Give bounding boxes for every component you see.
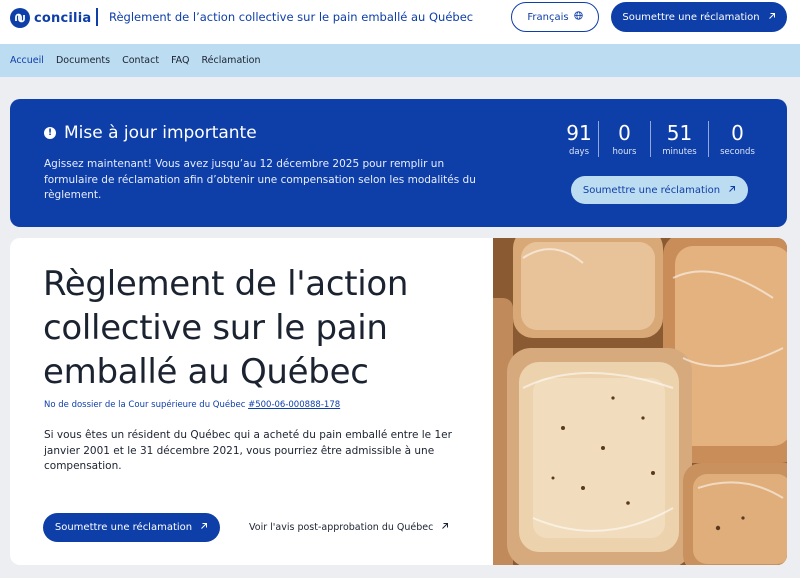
nav-item-faq[interactable]: FAQ	[171, 55, 189, 66]
update-banner: ! Mise à jour importante Agissez mainten…	[10, 99, 787, 227]
countdown-minutes-value: 51	[666, 121, 693, 145]
countdown-minutes: 51 minutes	[650, 121, 708, 157]
countdown: 91 days 0 hours 51 minutes 0 seconds	[560, 121, 766, 157]
language-button[interactable]: Français	[511, 2, 599, 32]
site-title: Règlement de l’action collective sur le …	[109, 10, 474, 24]
nav-item-contact[interactable]: Contact	[122, 55, 159, 66]
main-nav: Accueil Documents Contact FAQ Réclamatio…	[0, 44, 800, 77]
hero-section: Règlement de l'action collective sur le …	[10, 238, 787, 565]
logo[interactable]: concilia	[10, 7, 91, 29]
post-approval-notice-link[interactable]: Voir l'avis post-approbation du Québec	[249, 522, 449, 533]
arrow-up-right-icon	[200, 522, 208, 533]
logo-text: concilia	[34, 10, 92, 26]
header-cta-label: Soumettre une réclamation	[622, 11, 760, 23]
language-label: Français	[527, 11, 569, 23]
countdown-hours: 0 hours	[598, 121, 650, 157]
bread-photo	[493, 238, 787, 565]
docket-number-line: No de dossier de la Cour supérieure du Q…	[44, 400, 340, 410]
hero-description: Si vous êtes un résident du Québec qui a…	[44, 429, 452, 472]
header-submit-claim-button[interactable]: Soumettre une réclamation	[611, 2, 787, 32]
countdown-days: 91 days	[560, 121, 598, 157]
countdown-seconds: 0 seconds	[708, 121, 766, 157]
hero-title: Règlement de l'action collective sur le …	[43, 264, 409, 392]
nav-item-accueil[interactable]: Accueil	[10, 55, 44, 66]
countdown-seconds-value: 0	[731, 121, 744, 145]
site-header: concilia Règlement de l’action collectiv…	[0, 0, 800, 44]
arrow-up-right-icon	[728, 185, 736, 196]
hero-submit-claim-button[interactable]: Soumettre une réclamation	[43, 513, 220, 542]
banner-title-row: ! Mise à jour importante	[44, 123, 257, 143]
countdown-days-value: 91	[566, 121, 592, 145]
nav-item-documents[interactable]: Documents	[56, 55, 110, 66]
post-approval-notice-label: Voir l'avis post-approbation du Québec	[249, 522, 434, 533]
docket-prefix: No de dossier de la Cour supérieure du Q…	[44, 400, 249, 410]
header-divider	[96, 8, 98, 26]
banner-text: Agissez maintenant! Vous avez jusqu’au 1…	[44, 158, 476, 201]
countdown-minutes-label: minutes	[662, 147, 697, 157]
arrow-up-right-icon	[441, 522, 449, 533]
nav-item-reclamation[interactable]: Réclamation	[201, 55, 260, 66]
hero-cta-label: Soumettre une réclamation	[54, 522, 193, 533]
banner-title: Mise à jour importante	[64, 123, 257, 143]
banner-cta-label: Soumettre une réclamation	[582, 184, 721, 196]
countdown-hours-value: 0	[618, 121, 631, 145]
info-icon: !	[44, 127, 56, 139]
arrow-up-right-icon	[768, 12, 776, 23]
concilia-logo-icon	[10, 8, 30, 28]
countdown-days-label: days	[568, 147, 590, 157]
docket-number-link[interactable]: #500-06-000888-178	[248, 400, 340, 410]
countdown-seconds-label: seconds	[720, 147, 755, 157]
globe-icon	[573, 11, 583, 23]
banner-submit-claim-button[interactable]: Soumettre une réclamation	[571, 176, 748, 204]
countdown-hours-label: hours	[612, 147, 637, 157]
